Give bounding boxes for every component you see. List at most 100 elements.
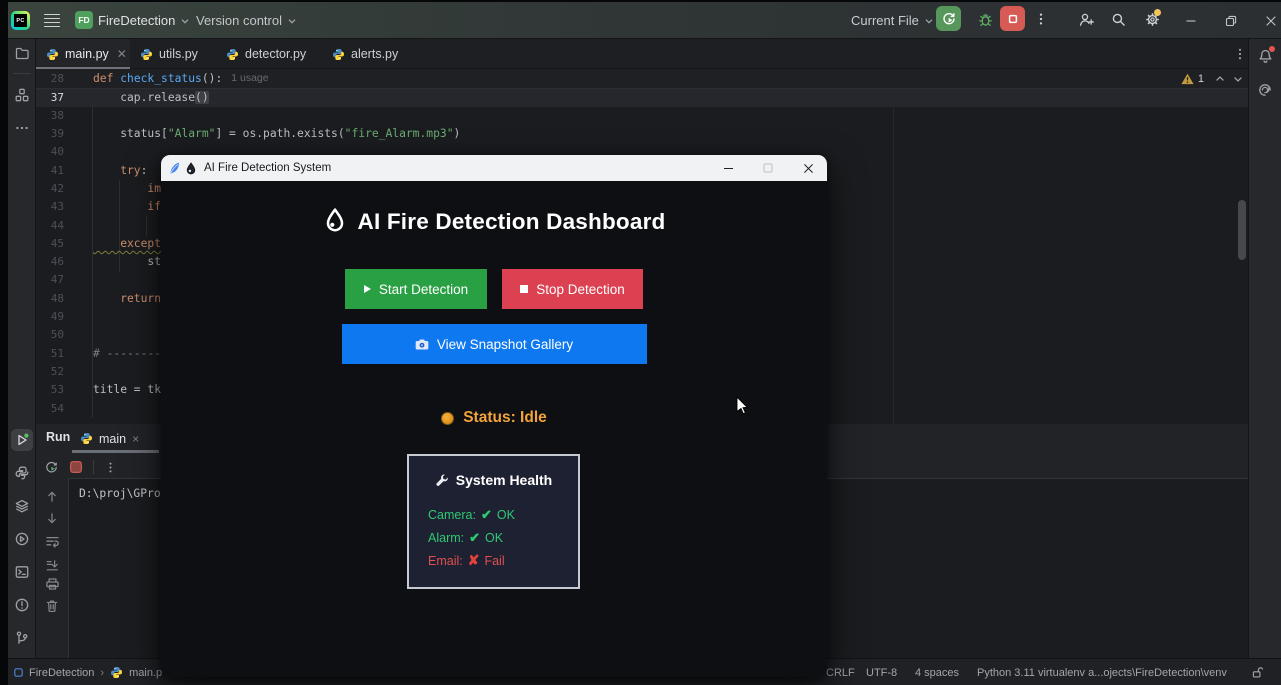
python-file-icon — [80, 432, 93, 445]
console-output: D:\proj\GProj — [79, 487, 167, 500]
run-tab-main[interactable]: main × — [72, 427, 147, 450]
fire-drop-icon — [323, 207, 347, 236]
editor-tab-detector-py[interactable]: detector.py — [216, 39, 322, 69]
tool-stripe-more-tool-windows-icon[interactable] — [11, 117, 33, 139]
run-configuration-selector[interactable]: Current File — [851, 2, 934, 39]
mouse-cursor — [736, 396, 749, 415]
breadcrumb-project: FireDetection — [29, 667, 94, 679]
app-minimize-button[interactable] — [713, 155, 743, 181]
run-toolbar — [44, 457, 117, 477]
stop-icon[interactable] — [69, 460, 83, 474]
tab-label: alerts.py — [351, 47, 398, 61]
breadcrumb-separator: › — [100, 667, 104, 679]
editor-tab-alerts-py[interactable]: alerts.py — [322, 39, 414, 69]
window-restore-button[interactable] — [1216, 2, 1246, 39]
chevron-down-icon — [287, 16, 297, 26]
clear-all-icon[interactable] — [44, 597, 61, 614]
warning-count: 1 — [1198, 73, 1204, 85]
tool-stripe-problems-icon[interactable] — [11, 594, 33, 616]
prev-occurrence-icon[interactable] — [44, 488, 61, 505]
scroll-to-end-icon[interactable] — [44, 557, 61, 574]
next-warning-icon[interactable] — [1232, 73, 1244, 85]
inspections-widget[interactable]: 1 — [1181, 71, 1244, 87]
view-snapshot-gallery-button[interactable]: View Snapshot Gallery — [342, 324, 647, 364]
tool-stripe-structure-icon[interactable] — [11, 84, 33, 106]
editor-tab-utils-py[interactable]: utils.py — [130, 39, 216, 69]
print-icon[interactable] — [44, 575, 61, 592]
health-row-alarm: Alarm:✔OK — [428, 530, 503, 546]
app-title: AI Fire Detection System — [204, 162, 331, 174]
tool-stripe-terminal-icon[interactable] — [11, 561, 33, 583]
editor-scrollbar-thumb[interactable] — [1238, 200, 1246, 260]
project-widget[interactable]: FireDetection — [98, 2, 190, 39]
usage-hint[interactable]: 1 usage — [231, 69, 268, 88]
prev-warning-icon[interactable] — [1214, 73, 1226, 85]
app-close-button[interactable] — [793, 155, 823, 181]
tool-stripe-version-control-icon[interactable] — [11, 627, 33, 649]
console-toolbar — [36, 478, 68, 658]
tool-stripe-python-console-icon[interactable] — [11, 462, 33, 484]
check-icon: ✔ — [481, 507, 492, 523]
stop-square-icon — [520, 285, 528, 293]
more-actions-icon[interactable] — [1030, 8, 1052, 30]
run-config-label: Current File — [851, 13, 919, 28]
tool-stripe-run-icon[interactable] — [11, 429, 33, 451]
line-ending-widget[interactable]: CRLF — [826, 659, 855, 685]
detection-buttons-row: Start Detection Stop Detection — [161, 269, 827, 309]
rerun-icon[interactable] — [44, 460, 59, 475]
ide-main-toolbar: PC FD FireDetection Version control Curr… — [8, 2, 1281, 39]
main-menu-icon[interactable] — [44, 13, 60, 28]
tab-label: detector.py — [245, 47, 306, 61]
left-tool-stripe — [8, 39, 36, 658]
vcs-widget[interactable]: Version control — [196, 2, 297, 39]
run-tab-indicator — [72, 450, 159, 453]
close-icon[interactable]: × — [132, 432, 139, 446]
indent-widget[interactable]: 4 spaces — [915, 659, 959, 685]
status-breadcrumb[interactable]: FireDetection › main.p — [14, 659, 162, 685]
search-icon[interactable] — [1107, 8, 1129, 30]
soft-wrap-icon[interactable] — [44, 532, 61, 549]
project-badge[interactable]: FD — [75, 11, 93, 29]
status-label: Status: Idle — [463, 409, 547, 427]
lock-icon[interactable] — [1251, 659, 1264, 685]
code-line-37: 37 cap.release() — [36, 89, 1248, 107]
window-close-button[interactable] — [1256, 2, 1281, 39]
next-occurrence-icon[interactable] — [44, 510, 61, 527]
tool-stripe-ai-assistant-icon[interactable] — [1254, 79, 1276, 101]
tool-stripe-project-icon[interactable] — [11, 42, 33, 64]
interpreter-widget[interactable]: Python 3.11 virtualenv a...ojects\FireDe… — [977, 659, 1227, 685]
more-options-icon[interactable] — [104, 461, 117, 474]
tab-list-more-icon[interactable] — [1232, 46, 1248, 62]
debug-button[interactable] — [974, 8, 996, 30]
encoding-widget[interactable]: UTF-8 — [866, 659, 897, 685]
rerun-button[interactable] — [936, 6, 961, 31]
app-maximize-button[interactable] — [753, 155, 783, 181]
cross-icon: ✘ — [468, 552, 480, 569]
health-title: System Health — [456, 472, 552, 488]
wrench-icon — [435, 473, 449, 487]
settings-gear-icon[interactable] — [1141, 8, 1163, 30]
close-icon[interactable]: ✕ — [117, 47, 127, 61]
chevron-down-icon — [924, 16, 934, 26]
editor-tab-main-py[interactable]: main.py✕ — [36, 39, 130, 69]
app-title-bar[interactable]: AI Fire Detection System — [161, 155, 827, 181]
code-line-38: 38 — [36, 107, 1248, 125]
window-minimize-button[interactable] — [1176, 2, 1206, 39]
run-panel-title[interactable]: Run — [46, 430, 70, 444]
stripe-divider — [13, 73, 31, 74]
python-file-icon — [140, 48, 153, 61]
start-detection-button[interactable]: Start Detection — [345, 269, 487, 309]
stop-button[interactable] — [1000, 6, 1025, 31]
pycharm-logo-icon[interactable]: PC — [11, 11, 30, 30]
editor-tab-bar: main.py✕utils.py detector.py alerts.py — [36, 39, 1248, 69]
run-tab-label: main — [99, 432, 126, 446]
stop-detection-button[interactable]: Stop Detection — [502, 269, 643, 309]
tool-stripe-profiler-icon[interactable] — [11, 528, 33, 550]
gallery-row: View Snapshot Gallery — [161, 324, 827, 364]
code-with-me-icon[interactable] — [1075, 8, 1097, 30]
app-flame-icon — [185, 162, 197, 175]
project-icon — [14, 668, 23, 677]
code-line-39: 39 status["Alarm"] = os.path.exists("fir… — [36, 125, 1248, 143]
tool-stripe-notifications-icon[interactable] — [1254, 45, 1276, 67]
tool-stripe-services-icon[interactable] — [11, 495, 33, 517]
